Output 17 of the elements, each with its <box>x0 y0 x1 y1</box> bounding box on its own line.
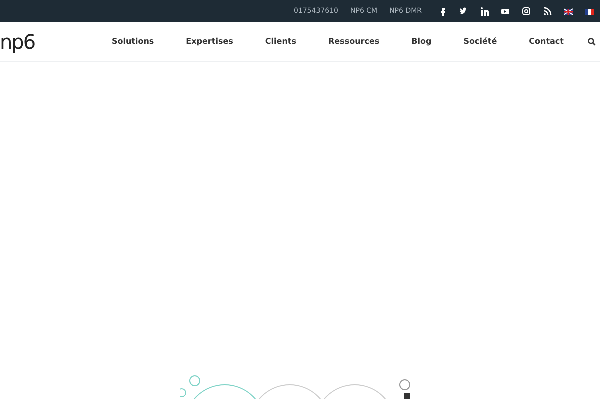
uk-flag-icon[interactable] <box>564 6 573 16</box>
linkedin-icon[interactable] <box>480 6 489 16</box>
instagram-icon[interactable] <box>522 6 531 16</box>
nav-link[interactable]: Blog <box>396 36 448 48</box>
search-icon[interactable] <box>588 38 596 46</box>
logo[interactable]: np6 <box>0 32 36 52</box>
nav-link[interactable]: Expertises <box>170 36 250 48</box>
nav-link[interactable]: Société <box>448 36 514 48</box>
nav-link[interactable]: Ressources <box>312 36 396 48</box>
facebook-icon[interactable] <box>438 6 447 16</box>
youtube-icon[interactable] <box>501 6 510 16</box>
twitter-icon[interactable] <box>459 6 468 16</box>
nav-link[interactable]: Contact <box>513 36 580 48</box>
nav-link[interactable]: Solutions <box>96 36 170 48</box>
french-flag-icon[interactable] <box>585 6 594 16</box>
nav-link[interactable]: Clients <box>249 36 312 48</box>
rss-icon[interactable] <box>543 6 552 16</box>
